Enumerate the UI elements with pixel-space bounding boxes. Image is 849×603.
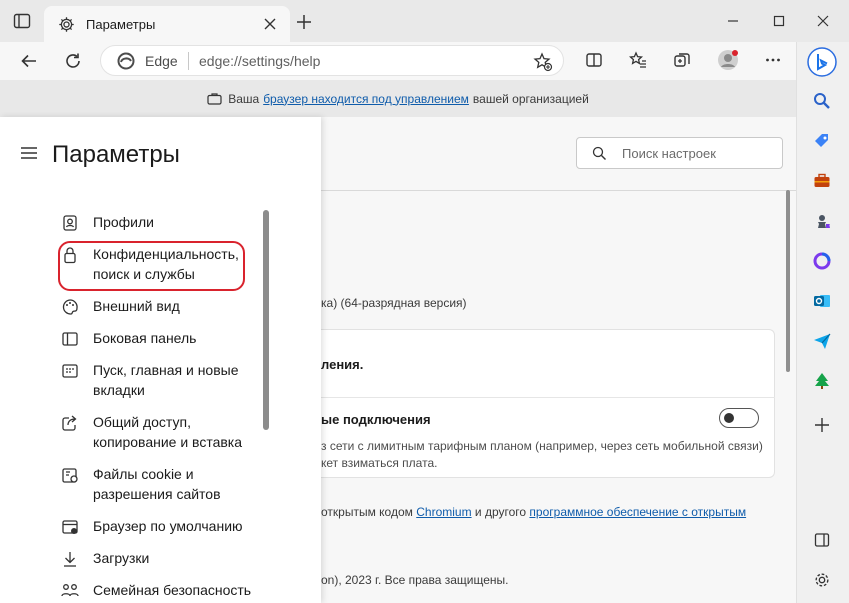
bing-copilot-icon[interactable] — [806, 46, 838, 78]
collections-icon[interactable] — [666, 44, 698, 76]
sidebar-item-label: Внешний вид — [93, 298, 180, 314]
tab-actions-icon[interactable] — [12, 11, 32, 31]
close-tab-icon[interactable] — [263, 17, 277, 31]
version-text: ка) (64-разрядная версия) — [321, 296, 467, 310]
download-icon — [60, 549, 84, 569]
edge-sidebar — [796, 42, 849, 603]
card-divider — [321, 397, 775, 398]
sidebar-item-downloads[interactable]: Загрузки — [60, 548, 310, 569]
tree-icon[interactable] — [809, 368, 835, 394]
sidebar-item-label: Общий доступ, копирование и вставка — [93, 414, 243, 450]
cookie-icon — [60, 465, 84, 485]
managed-suffix: вашей организацией — [472, 91, 589, 106]
menu-icon[interactable] — [20, 145, 38, 161]
sidebar-item-label: Пуск, главная и новые вкладки — [93, 362, 239, 398]
chromium-link[interactable]: Chromium — [416, 505, 471, 519]
copyright-text: on), 2023 г. Все права защищены. — [321, 573, 509, 587]
refresh-icon[interactable] — [57, 45, 89, 77]
metered-toggle[interactable] — [719, 408, 759, 428]
sidebar-settings-icon[interactable] — [809, 567, 835, 593]
avatar[interactable] — [712, 44, 744, 76]
highlight-frame — [58, 241, 245, 291]
sidebar-icon — [60, 329, 84, 349]
about-text: открытым кодом Chromium и другого програ… — [321, 505, 746, 519]
briefcase-icon — [207, 92, 222, 105]
sidebar-item-label: Браузер по умолчанию — [93, 518, 243, 534]
sidebar-item-label: Боковая панель — [93, 330, 197, 346]
new-tab-icon[interactable] — [296, 14, 312, 30]
favorites-icon[interactable] — [622, 44, 654, 76]
open-source-link[interactable]: программное обеспечение с открытым — [529, 505, 746, 519]
update-status-text: ления. — [321, 357, 364, 372]
tab-settings[interactable]: Параметры — [44, 6, 290, 42]
sidebar-item-label: Профили — [93, 214, 154, 230]
browser-icon — [60, 517, 84, 537]
sidebar-item-profiles[interactable]: Профили — [60, 212, 310, 233]
sidebar-item-start-home[interactable]: Пуск, главная и новые вкладки — [60, 360, 310, 400]
back-icon[interactable] — [13, 45, 45, 77]
toggle-knob — [724, 413, 734, 423]
sidebar-item-label: Загрузки — [93, 550, 150, 566]
sidebar-item-label: Семейная безопасность — [93, 582, 252, 598]
address-url[interactable]: edge://settings/help — [199, 53, 320, 69]
add-icon[interactable] — [809, 412, 835, 438]
page-title: Параметры — [52, 141, 180, 168]
close-window-icon[interactable] — [800, 0, 846, 42]
share-icon — [60, 413, 84, 433]
sidebar-item-appearance[interactable]: Внешний вид — [60, 296, 310, 317]
tab-title: Параметры — [86, 17, 156, 32]
games-icon[interactable] — [809, 208, 835, 234]
maximize-icon[interactable] — [756, 0, 802, 42]
about-mid: и другого — [474, 505, 527, 519]
search-placeholder: Поиск настроек — [622, 146, 716, 161]
send-icon[interactable] — [809, 328, 835, 354]
metered-setting-title: ые подключения — [321, 412, 431, 427]
sidebar-item-cookies[interactable]: Файлы cookie и разрешения сайтов — [60, 464, 310, 504]
tools-icon[interactable] — [809, 168, 835, 194]
search-input[interactable]: Поиск настроек — [576, 137, 783, 169]
profile-icon — [60, 213, 84, 233]
title-bar: Параметры — [0, 0, 849, 42]
m365-icon[interactable] — [809, 248, 835, 274]
split-screen-icon[interactable] — [578, 44, 610, 76]
managed-link[interactable]: браузер находится под управлением — [263, 92, 469, 106]
sidebar-item-share[interactable]: Общий доступ, копирование и вставка — [60, 412, 310, 452]
about-prefix: открытым кодом — [321, 505, 413, 519]
address-bar[interactable]: Edge edge://settings/help — [100, 45, 564, 76]
family-icon — [60, 581, 84, 601]
address-separator — [188, 52, 189, 70]
metered-setting-desc-2: кет взиматься плата. — [321, 456, 438, 470]
hide-sidebar-icon[interactable] — [809, 527, 835, 553]
outlook-icon[interactable] — [809, 288, 835, 314]
sidebar-item-default-browser[interactable]: Браузер по умолчанию — [60, 516, 310, 537]
sidebar-item-label: Файлы cookie и разрешения сайтов — [93, 466, 221, 502]
gear-icon — [58, 16, 75, 33]
tab-icon — [60, 361, 84, 381]
content-scrollbar[interactable] — [786, 190, 790, 372]
nav-scrollbar[interactable] — [263, 210, 269, 430]
more-options-icon[interactable] — [757, 44, 789, 76]
search-icon — [592, 146, 607, 161]
metered-setting-desc: з сети с лимитным тарифным планом (напри… — [321, 439, 763, 453]
managed-bar: Ваша браузер находится под управлением в… — [0, 80, 796, 117]
sidebar-item-sidebar[interactable]: Боковая панель — [60, 328, 310, 349]
minimize-icon[interactable] — [710, 0, 756, 42]
palette-icon — [60, 297, 84, 317]
edge-logo-icon — [117, 52, 135, 70]
header-divider — [321, 190, 796, 191]
address-edge-label: Edge — [145, 53, 178, 69]
managed-prefix: Ваша — [228, 91, 260, 106]
favorite-add-icon[interactable] — [533, 52, 553, 72]
search-icon[interactable] — [809, 88, 835, 114]
shopping-tag-icon[interactable] — [809, 128, 835, 154]
sidebar-item-family[interactable]: Семейная безопасность — [60, 580, 310, 601]
